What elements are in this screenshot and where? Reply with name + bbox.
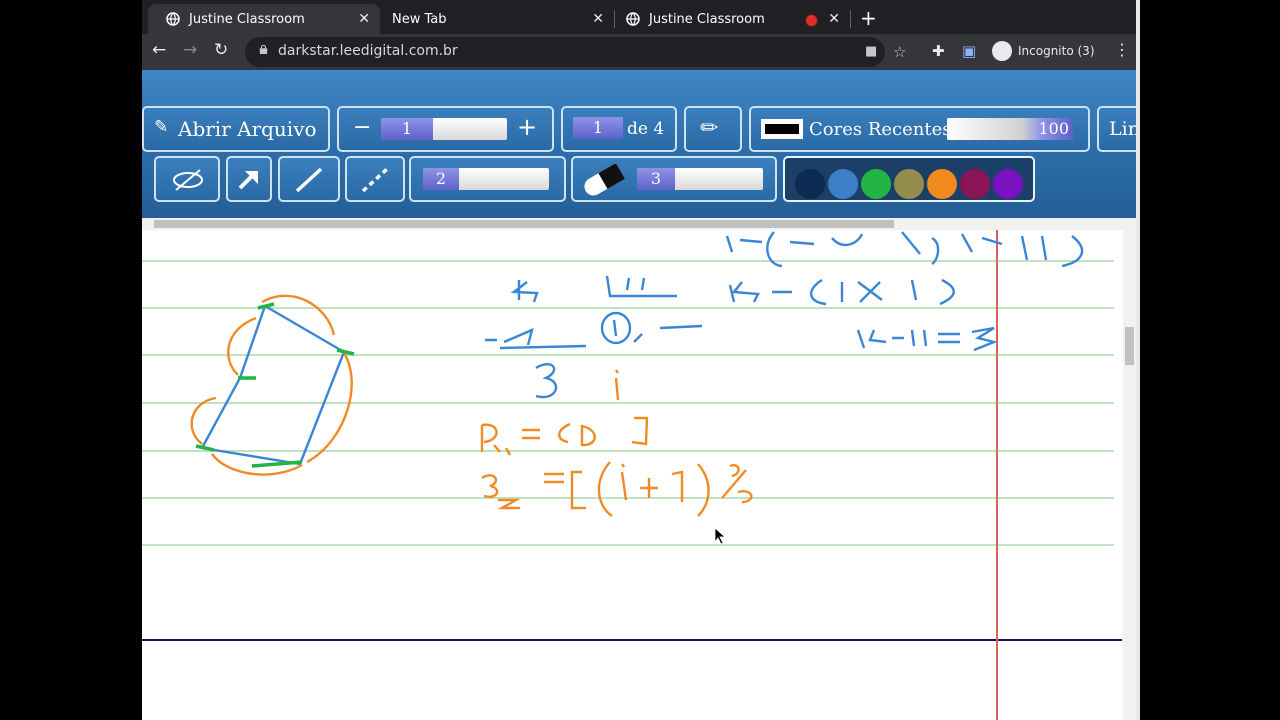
page-input[interactable]: 1	[573, 117, 623, 139]
cut-button[interactable]: Lin	[1097, 106, 1136, 152]
recent-colors-panel: Cores Recentes 100	[749, 106, 1090, 152]
pencil-icon: ✎	[154, 117, 169, 137]
whiteboard-toolbar: ✎ Abrir Arquivo − 1 + 1 de 4 ✏ Cores Rec…	[142, 70, 1136, 218]
eraser-control: 3	[571, 156, 777, 202]
extensions-icon[interactable]: ✚	[932, 42, 945, 60]
url-text: darkstar.leedigital.com.br	[278, 43, 458, 59]
tab-justine-classroom[interactable]: Justine Classroom ✕	[148, 4, 380, 34]
pen-tool-button[interactable]: ✏	[684, 106, 742, 152]
camera-icon[interactable]: ■	[865, 44, 877, 59]
browser-toolbar: ← → ↻ darkstar.leedigital.com.br ■ ☆ ✚ ▣…	[142, 34, 1136, 70]
recent-colors-label: Cores Recentes	[809, 119, 952, 140]
close-tab-icon[interactable]: ✕	[592, 11, 604, 27]
tab-new-tab[interactable]: New Tab ✕	[380, 4, 614, 34]
arrow-icon	[238, 170, 258, 190]
line-icon	[295, 167, 323, 193]
arrow-tool-button[interactable]	[226, 156, 272, 202]
zoom-plus-button[interactable]: +	[517, 113, 537, 141]
incognito-indicator[interactable]: Incognito (3)	[992, 41, 1095, 61]
color-swatch[interactable]	[894, 169, 924, 199]
incognito-label: Incognito (3)	[1018, 44, 1095, 58]
window-edge	[1136, 0, 1140, 720]
pen-size-value: 2	[423, 168, 459, 190]
scrollbar-thumb[interactable]	[1125, 327, 1134, 365]
cast-icon[interactable]: ▣	[962, 42, 976, 60]
eraser-size-slider[interactable]: 3	[637, 168, 763, 190]
color-palette	[783, 156, 1035, 202]
page-total: de 4	[627, 119, 665, 139]
back-icon[interactable]: ←	[152, 40, 166, 60]
open-file-button[interactable]: ✎ Abrir Arquivo	[142, 106, 330, 152]
address-bar[interactable]: darkstar.leedigital.com.br ■ ☆	[245, 37, 906, 67]
color-swatch[interactable]	[795, 169, 825, 199]
color-swatch[interactable]	[927, 169, 957, 199]
page-selector: 1 de 4	[561, 106, 677, 152]
horizontal-scrollbar[interactable]	[142, 218, 1136, 230]
lock-icon	[259, 45, 268, 54]
tab-title: New Tab	[392, 11, 447, 27]
opacity-slider[interactable]: 100	[947, 118, 1073, 140]
color-swatch[interactable]	[993, 169, 1023, 199]
ink-drawing	[190, 231, 1084, 545]
eraser-size-value: 3	[637, 168, 675, 190]
globe-icon	[166, 12, 180, 26]
zoom-slider[interactable]: 1	[381, 118, 507, 140]
pen-size-control: 2	[409, 156, 566, 202]
menu-icon[interactable]: ⋮	[1114, 40, 1130, 59]
pen-size-slider[interactable]: 2	[423, 168, 549, 190]
recording-icon	[805, 14, 818, 27]
scrollbar-thumb[interactable]	[154, 220, 894, 228]
close-tab-icon[interactable]: ✕	[828, 11, 840, 27]
reload-icon[interactable]: ↻	[214, 40, 228, 60]
hide-drawing-button[interactable]	[154, 156, 220, 202]
vertical-scrollbar[interactable]	[1123, 230, 1136, 720]
star-icon[interactable]: ☆	[893, 43, 906, 61]
zoom-minus-button[interactable]: −	[353, 115, 371, 140]
tab-separator	[850, 10, 851, 28]
pencil-icon: ✏	[700, 116, 719, 141]
dashed-line-tool-button[interactable]	[345, 156, 405, 202]
tab-justine-classroom-2[interactable]: Justine Classroom ✕	[616, 4, 850, 34]
globe-icon	[626, 12, 640, 26]
color-swatch[interactable]	[861, 169, 891, 199]
incognito-icon	[992, 41, 1012, 61]
zoom-value: 1	[381, 118, 433, 140]
color-swatch[interactable]	[828, 169, 858, 199]
close-tab-icon[interactable]: ✕	[358, 11, 370, 27]
tab-strip: Justine Classroom ✕ New Tab ✕ Justine Cl…	[142, 0, 1136, 34]
open-file-label: Abrir Arquivo	[178, 117, 317, 141]
page-current: 1	[573, 117, 623, 139]
notebook-canvas[interactable]	[142, 230, 1136, 720]
forward-icon[interactable]: →	[183, 40, 197, 60]
browser-window: Justine Classroom ✕ New Tab ✕ Justine Cl…	[142, 0, 1136, 720]
tab-separator	[614, 10, 615, 28]
current-color-swatch[interactable]	[761, 119, 803, 139]
color-swatch[interactable]	[960, 169, 990, 199]
line-tool-button[interactable]	[278, 156, 340, 202]
new-tab-icon[interactable]: +	[860, 6, 877, 30]
tab-title: Justine Classroom	[189, 11, 305, 27]
eraser-icon[interactable]	[577, 164, 629, 198]
tab-title: Justine Classroom	[649, 11, 765, 27]
eye-slash-icon	[173, 169, 203, 191]
opacity-value: 100	[947, 118, 1073, 140]
dashed-line-icon	[361, 167, 389, 193]
cut-label: Lin	[1109, 118, 1136, 140]
zoom-control: − 1 +	[337, 106, 554, 152]
